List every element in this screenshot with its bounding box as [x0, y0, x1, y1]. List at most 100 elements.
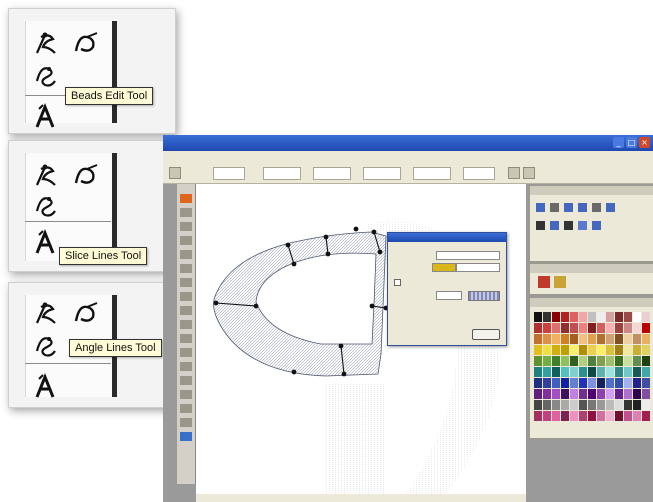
thread-color-swatch[interactable]: [579, 389, 587, 399]
thread-color-swatch[interactable]: [642, 312, 650, 322]
tool-button[interactable]: [180, 292, 192, 301]
tool-button[interactable]: [180, 236, 192, 245]
thread-color-swatch[interactable]: [534, 367, 542, 377]
needle-icon[interactable]: [31, 299, 61, 327]
toolbar-field[interactable]: [313, 167, 351, 180]
thread-color-swatch[interactable]: [597, 400, 605, 410]
needle-icon[interactable]: [31, 161, 61, 189]
thread-color-swatch[interactable]: [561, 312, 569, 322]
thread-color-swatch[interactable]: [633, 367, 641, 377]
dialog-checkbox[interactable]: [394, 279, 401, 286]
thread-color-swatch[interactable]: [561, 389, 569, 399]
toolbar-button[interactable]: [523, 167, 535, 179]
thread-color-swatch[interactable]: [624, 345, 632, 355]
thread-color-swatch[interactable]: [579, 367, 587, 377]
tool-button[interactable]: [180, 222, 192, 231]
thread-color-swatch[interactable]: [615, 411, 623, 421]
thread-color-swatch[interactable]: [543, 312, 551, 322]
thread-color-swatch[interactable]: [597, 367, 605, 377]
tool-button[interactable]: [180, 432, 192, 441]
thread-color-swatch[interactable]: [534, 378, 542, 388]
tool-button[interactable]: [180, 264, 192, 273]
thread-color-swatch[interactable]: [633, 356, 641, 366]
thread-color-swatch[interactable]: [561, 400, 569, 410]
thread-color-swatch[interactable]: [579, 334, 587, 344]
thread-color-swatch[interactable]: [633, 323, 641, 333]
thread-color-swatch[interactable]: [615, 356, 623, 366]
thread-color-swatch[interactable]: [615, 389, 623, 399]
thread-color-swatch[interactable]: [597, 389, 605, 399]
thread-color-swatch[interactable]: [624, 334, 632, 344]
beads-icon[interactable]: [31, 331, 61, 359]
thread-color-swatch[interactable]: [597, 356, 605, 366]
thread-color-swatch[interactable]: [642, 389, 650, 399]
thread-color-swatch[interactable]: [588, 312, 596, 322]
thread-color-swatch[interactable]: [642, 356, 650, 366]
toolbar-field[interactable]: [263, 167, 301, 180]
thread-color-swatch[interactable]: [570, 367, 578, 377]
thread-color-swatch[interactable]: [606, 345, 614, 355]
dialog-field[interactable]: [456, 263, 500, 272]
thread-color-swatch[interactable]: [543, 389, 551, 399]
thread-color-swatch[interactable]: [552, 367, 560, 377]
thread-color-swatch[interactable]: [642, 400, 650, 410]
thread-color-swatch[interactable]: [570, 312, 578, 322]
tool-button[interactable]: [180, 320, 192, 329]
thread-color-swatch[interactable]: [570, 378, 578, 388]
thread-color-swatch[interactable]: [597, 312, 605, 322]
thread-color-swatch[interactable]: [624, 400, 632, 410]
thread-color-swatch[interactable]: [543, 367, 551, 377]
thread-color-swatch[interactable]: [561, 334, 569, 344]
thread-color-swatch[interactable]: [606, 356, 614, 366]
tool-button[interactable]: [180, 250, 192, 259]
thread-color-swatch[interactable]: [588, 389, 596, 399]
beads-icon[interactable]: [31, 61, 61, 89]
thread-color-swatch[interactable]: [606, 400, 614, 410]
thread-color-swatch[interactable]: [561, 411, 569, 421]
tool-button[interactable]: [180, 362, 192, 371]
toolbar-field[interactable]: [213, 167, 245, 180]
thread-color-swatch[interactable]: [588, 367, 596, 377]
tool-button[interactable]: [180, 376, 192, 385]
thread-color-swatch[interactable]: [615, 312, 623, 322]
thread-color-swatch[interactable]: [606, 323, 614, 333]
thread-color-swatch[interactable]: [552, 400, 560, 410]
dialog-ok-button[interactable]: [472, 329, 500, 340]
tool-button[interactable]: [180, 306, 192, 315]
thread-color-swatch[interactable]: [579, 312, 587, 322]
thread-color-swatch[interactable]: [633, 334, 641, 344]
thread-color-swatch[interactable]: [534, 400, 542, 410]
thread-color-swatch[interactable]: [615, 378, 623, 388]
thread-color-swatch[interactable]: [588, 378, 596, 388]
thread-color-swatch[interactable]: [561, 367, 569, 377]
thread-color-swatch[interactable]: [588, 411, 596, 421]
thread-color-swatch[interactable]: [543, 378, 551, 388]
thread-color-swatch[interactable]: [579, 411, 587, 421]
tool-button[interactable]: [180, 278, 192, 287]
thread-color-swatch[interactable]: [633, 345, 641, 355]
thread-color-swatch[interactable]: [561, 356, 569, 366]
dialog-field[interactable]: [436, 251, 500, 260]
toolbar-field[interactable]: [413, 167, 451, 180]
thread-color-swatch[interactable]: [615, 345, 623, 355]
thread-color-swatch[interactable]: [606, 367, 614, 377]
thread-color-swatch[interactable]: [543, 345, 551, 355]
thread-color-swatch[interactable]: [534, 389, 542, 399]
thread-color-swatch[interactable]: [543, 400, 551, 410]
thread-color-swatch[interactable]: [633, 411, 641, 421]
thread-color-swatch[interactable]: [624, 411, 632, 421]
thread-color-swatch[interactable]: [579, 323, 587, 333]
thread-color-swatch[interactable]: [570, 400, 578, 410]
thread-color-swatch[interactable]: [606, 334, 614, 344]
thread-color-swatch[interactable]: [552, 411, 560, 421]
thread-color-swatch[interactable]: [561, 378, 569, 388]
thread-color-swatch[interactable]: [552, 312, 560, 322]
thread-color-swatch[interactable]: [588, 323, 596, 333]
thread-color-swatch[interactable]: [543, 411, 551, 421]
color-swatch-gold[interactable]: [554, 276, 566, 288]
thread-color-swatch[interactable]: [606, 389, 614, 399]
dialog-field[interactable]: [436, 291, 462, 300]
thread-color-swatch[interactable]: [552, 323, 560, 333]
thread-color-swatch[interactable]: [579, 345, 587, 355]
stitch-icon[interactable]: [71, 29, 101, 57]
